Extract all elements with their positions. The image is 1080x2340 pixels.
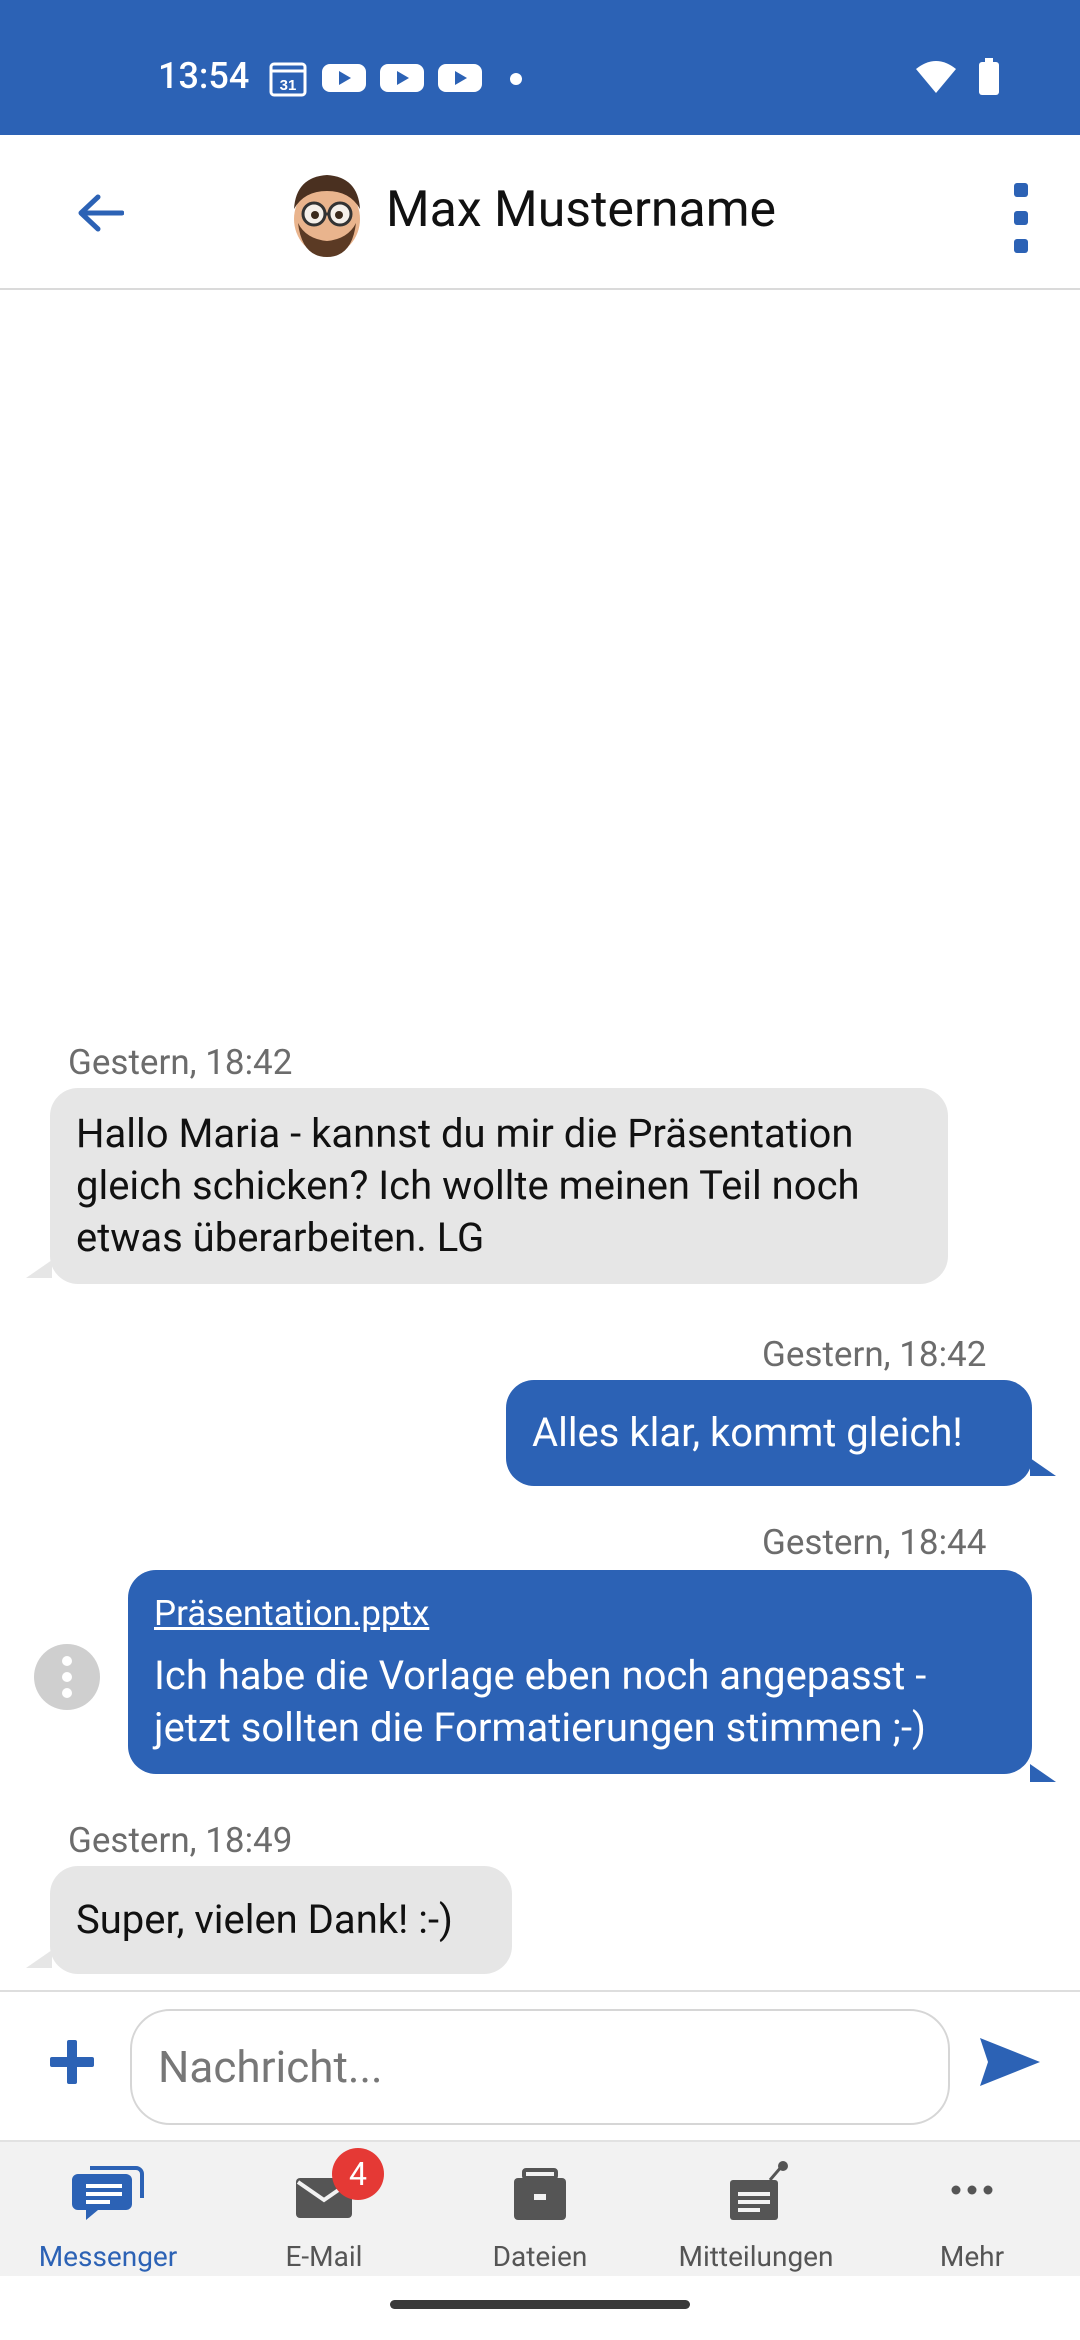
add-attachment-icon[interactable] bbox=[44, 2034, 100, 2090]
bubble-tail bbox=[1030, 1458, 1056, 1476]
contact-name[interactable]: Max Mustername bbox=[386, 183, 776, 238]
nav-more[interactable]: Mehr bbox=[864, 2142, 1080, 2276]
home-indicator[interactable] bbox=[390, 2300, 690, 2309]
message-options-button[interactable] bbox=[34, 1644, 100, 1710]
message-input[interactable] bbox=[130, 2009, 950, 2125]
nav-label: Mehr bbox=[939, 2240, 1005, 2273]
status-bar: 13:54 31 bbox=[0, 0, 1080, 135]
status-system-icons bbox=[914, 58, 1000, 96]
send-icon[interactable] bbox=[978, 2034, 1042, 2090]
message-timestamp: Gestern, 18:42 bbox=[68, 1042, 293, 1083]
bubble-tail bbox=[26, 1950, 52, 1968]
nav-label: Dateien bbox=[492, 2240, 588, 2273]
message-list[interactable]: Gestern, 18:42 Hallo Maria - kannst du m… bbox=[0, 290, 1080, 1990]
nav-email[interactable]: 4 E-Mail bbox=[216, 2142, 432, 2276]
outgoing-message[interactable]: Alles klar, kommt gleich! bbox=[506, 1380, 1032, 1486]
youtube-icon bbox=[380, 64, 424, 92]
nav-label: Messenger bbox=[38, 2240, 178, 2273]
message-timestamp: Gestern, 18:44 bbox=[762, 1522, 987, 1563]
youtube-icon bbox=[322, 64, 366, 92]
unread-badge: 4 bbox=[332, 2148, 384, 2200]
bubble-tail bbox=[1030, 1764, 1056, 1782]
chat-header: Max Mustername bbox=[0, 135, 1080, 290]
nav-notifications[interactable]: Mitteilungen bbox=[648, 2142, 864, 2276]
calendar-icon: 31 bbox=[269, 62, 307, 97]
briefcase-icon bbox=[514, 2168, 566, 2220]
incoming-message[interactable]: Hallo Maria - kannst du mir die Präsenta… bbox=[50, 1088, 948, 1284]
more-options-icon[interactable] bbox=[1006, 183, 1036, 253]
nav-messenger[interactable]: Messenger bbox=[0, 2142, 216, 2276]
bottom-navigation: Messenger 4 E-Mail Dateien Mitteilungen bbox=[0, 2140, 1080, 2276]
message-text: Ich habe die Vorlage eben noch angepasst… bbox=[154, 1652, 927, 1751]
status-notification-icons: 31 bbox=[268, 58, 526, 98]
message-timestamp: Gestern, 18:42 bbox=[762, 1334, 987, 1375]
message-text: Hallo Maria - kannst du mir die Präsenta… bbox=[76, 1110, 860, 1261]
back-arrow-icon bbox=[78, 194, 124, 232]
outgoing-message[interactable]: Präsentation.pptx Ich habe die Vorlage e… bbox=[128, 1570, 1032, 1774]
message-text: Super, vielen Dank! :-) bbox=[76, 1896, 453, 1943]
more-horizontal-icon bbox=[951, 2185, 993, 2195]
back-button[interactable] bbox=[70, 183, 130, 243]
message-text: Alles klar, kommt gleich! bbox=[532, 1409, 963, 1456]
message-timestamp: Gestern, 18:49 bbox=[68, 1820, 293, 1861]
incoming-message[interactable]: Super, vielen Dank! :-) bbox=[50, 1866, 512, 1974]
avatar[interactable] bbox=[288, 167, 366, 257]
nav-label: Mitteilungen bbox=[678, 2240, 834, 2273]
bubble-tail bbox=[26, 1260, 52, 1278]
more-notifications-dot-icon bbox=[510, 73, 522, 85]
messenger-icon bbox=[72, 2166, 144, 2220]
calendar-day: 31 bbox=[280, 77, 297, 94]
message-composer bbox=[0, 1990, 1080, 2140]
status-time: 13:54 bbox=[158, 55, 250, 97]
notifications-icon bbox=[730, 2161, 788, 2220]
nav-label: E-Mail bbox=[285, 2240, 363, 2273]
battery-icon bbox=[979, 58, 999, 95]
wifi-icon bbox=[916, 61, 956, 93]
youtube-icon bbox=[438, 64, 482, 92]
nav-files[interactable]: Dateien bbox=[432, 2142, 648, 2276]
attachment-link[interactable]: Präsentation.pptx bbox=[154, 1590, 1006, 1638]
